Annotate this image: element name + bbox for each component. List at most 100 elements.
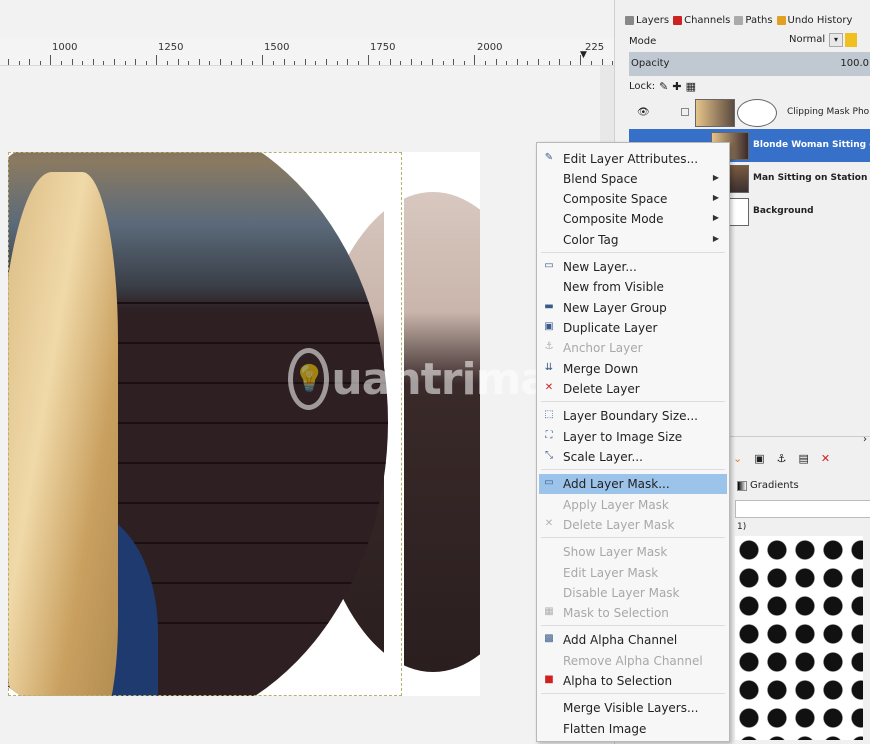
ruler-tick: [368, 55, 370, 65]
layer-thumbnail: [695, 99, 735, 127]
menu-separator: [541, 469, 725, 470]
menu-item-label: Layer to Image Size: [563, 430, 683, 444]
layer-name: Blonde Woman Sitting o: [753, 140, 870, 150]
lock-position-icon[interactable]: ✚: [672, 80, 681, 93]
menu-item-label: Scale Layer...: [563, 450, 643, 464]
menu-item-layer-boundary-size[interactable]: ⬚ Layer Boundary Size...: [539, 406, 727, 426]
lock-row: Lock: ✎ ✚ ▦: [629, 80, 696, 93]
menu-separator: [541, 537, 725, 538]
menu-item-add-alpha-channel[interactable]: ▩ Add Alpha Channel: [539, 630, 727, 650]
undo-icon: [776, 15, 786, 25]
ruler-tick: [527, 61, 529, 65]
menu-item-new-layer-group[interactable]: ▬ New Layer Group: [539, 298, 727, 318]
menu-item-label: Merge Down: [563, 362, 639, 376]
ruler-tick: [304, 59, 306, 65]
menu-item-add-layer-mask[interactable]: ▭ Add Layer Mask...: [539, 474, 727, 494]
tab-gradients[interactable]: Gradients: [737, 480, 799, 491]
menu-item-mask-to-selection: ▦ Mask to Selection: [539, 603, 727, 623]
chevron-down-icon[interactable]: ▾: [829, 33, 843, 47]
menu-item-label: New Layer...: [563, 260, 637, 274]
menu-item-merge-down[interactable]: ⇊ Merge Down: [539, 359, 727, 379]
ruler-tick: [326, 59, 327, 65]
brush-filter-field[interactable]: [735, 500, 870, 518]
ruler-tick: [336, 61, 338, 65]
menu-item-composite-space[interactable]: Composite Space ▶: [539, 189, 727, 209]
ruler-tick: [432, 59, 433, 65]
menu-item-label: Add Alpha Channel: [563, 633, 678, 647]
menu-item-delete-layer[interactable]: ✕ Delete Layer: [539, 379, 727, 399]
menu-item-scale-layer[interactable]: ⤡ Scale Layer...: [539, 447, 727, 467]
menu-item-label: Alpha to Selection: [563, 674, 673, 688]
tab-paths[interactable]: Paths: [734, 10, 773, 30]
submenu-arrow-icon: ▶: [712, 213, 719, 222]
menu-item-disable-layer-mask: Disable Layer Mask: [539, 583, 727, 603]
delete-icon[interactable]: ✕: [821, 452, 830, 470]
duplicate-layer-icon[interactable]: ▣: [754, 452, 764, 470]
lock-alpha-icon[interactable]: ▦: [686, 80, 696, 93]
ruler-tick: [18, 61, 20, 65]
ruler-label: 1500: [264, 42, 290, 53]
menu-separator: [541, 252, 725, 253]
mode-select[interactable]: Normal: [789, 34, 825, 45]
scroll-right-icon[interactable]: ›: [863, 434, 867, 445]
mask-selection-icon: ▦: [544, 606, 554, 617]
tab-undo-history[interactable]: Undo History: [776, 10, 852, 30]
menu-item-blend-space[interactable]: Blend Space ▶: [539, 169, 727, 189]
anchor-icon[interactable]: ⚓: [777, 452, 787, 470]
submenu-arrow-icon: ▶: [712, 234, 719, 243]
mode-label: Mode: [629, 35, 657, 47]
ruler-tick: [29, 59, 31, 65]
ruler-tick: [220, 59, 221, 65]
layers-icon: [625, 15, 634, 25]
ruler-tick: [230, 61, 232, 65]
lock-icon[interactable]: [845, 33, 857, 47]
menu-item-color-tag[interactable]: Color Tag ▶: [539, 230, 727, 250]
brushes-grid[interactable]: [735, 536, 863, 740]
menu-item-composite-mode[interactable]: Composite Mode ▶: [539, 209, 727, 229]
edit-icon: ✎: [544, 152, 554, 163]
menu-item-edit-layer-attributes[interactable]: ✎ Edit Layer Attributes...: [539, 149, 727, 169]
ruler-tick: [241, 59, 243, 65]
menu-item-new-from-visible[interactable]: New from Visible: [539, 277, 727, 297]
tab-label: Layers: [636, 14, 670, 26]
menu-item-layer-to-image-size[interactable]: ⛶ Layer to Image Size: [539, 427, 727, 447]
ruler-label: 1250: [158, 42, 184, 53]
ruler-tick: [39, 61, 41, 65]
ruler-tick: [135, 59, 137, 65]
tab-channels[interactable]: Channels: [673, 10, 730, 30]
ruler-tick: [167, 61, 168, 65]
mask-icon[interactable]: ▤: [799, 452, 809, 470]
ruler-tick: [357, 61, 359, 65]
ruler-tick: [315, 61, 317, 65]
menu-item-flatten-image[interactable]: Flatten Image: [539, 719, 727, 739]
ruler-tick: [347, 59, 349, 65]
brush-label: 1): [737, 522, 747, 532]
menu-item-label: Flatten Image: [563, 722, 647, 736]
menu-item-merge-visible-layers[interactable]: Merge Visible Layers...: [539, 698, 727, 718]
menu-item-label: Edit Layer Attributes...: [563, 152, 699, 166]
menu-item-label: Edit Layer Mask: [563, 566, 659, 580]
chevron-down-icon[interactable]: ⌄: [733, 452, 742, 470]
menu-item-label: Color Tag: [563, 233, 619, 247]
opacity-label: Opacity: [631, 58, 670, 69]
ruler-label: 1000: [52, 42, 78, 53]
opacity-slider[interactable]: Opacity 100.0: [629, 52, 870, 76]
menu-item-new-layer[interactable]: ▭ New Layer...: [539, 257, 727, 277]
tab-layers[interactable]: Layers: [625, 10, 669, 30]
ruler-tick: [506, 61, 508, 65]
eye-icon[interactable]: 👁: [637, 107, 650, 118]
ruler-tick: [82, 61, 84, 65]
menu-item-label: Composite Space: [563, 192, 668, 206]
menu-item-show-layer-mask: Show Layer Mask: [539, 542, 727, 562]
lock-label: Lock:: [629, 81, 656, 92]
menu-item-duplicate-layer[interactable]: ▣ Duplicate Layer: [539, 318, 727, 338]
ruler-tick: [273, 61, 274, 65]
chain-icon[interactable]: [681, 108, 689, 116]
menu-separator: [541, 401, 725, 402]
lock-pixels-icon[interactable]: ✎: [659, 80, 668, 93]
menu-item-alpha-to-selection[interactable]: ■ Alpha to Selection: [539, 671, 727, 691]
ruler-tick: [379, 61, 380, 65]
menu-item-label: Anchor Layer: [563, 341, 643, 355]
layer-row[interactable]: 👁 Clipping Mask Pho: [629, 96, 870, 129]
ruler-tick: [209, 61, 211, 65]
